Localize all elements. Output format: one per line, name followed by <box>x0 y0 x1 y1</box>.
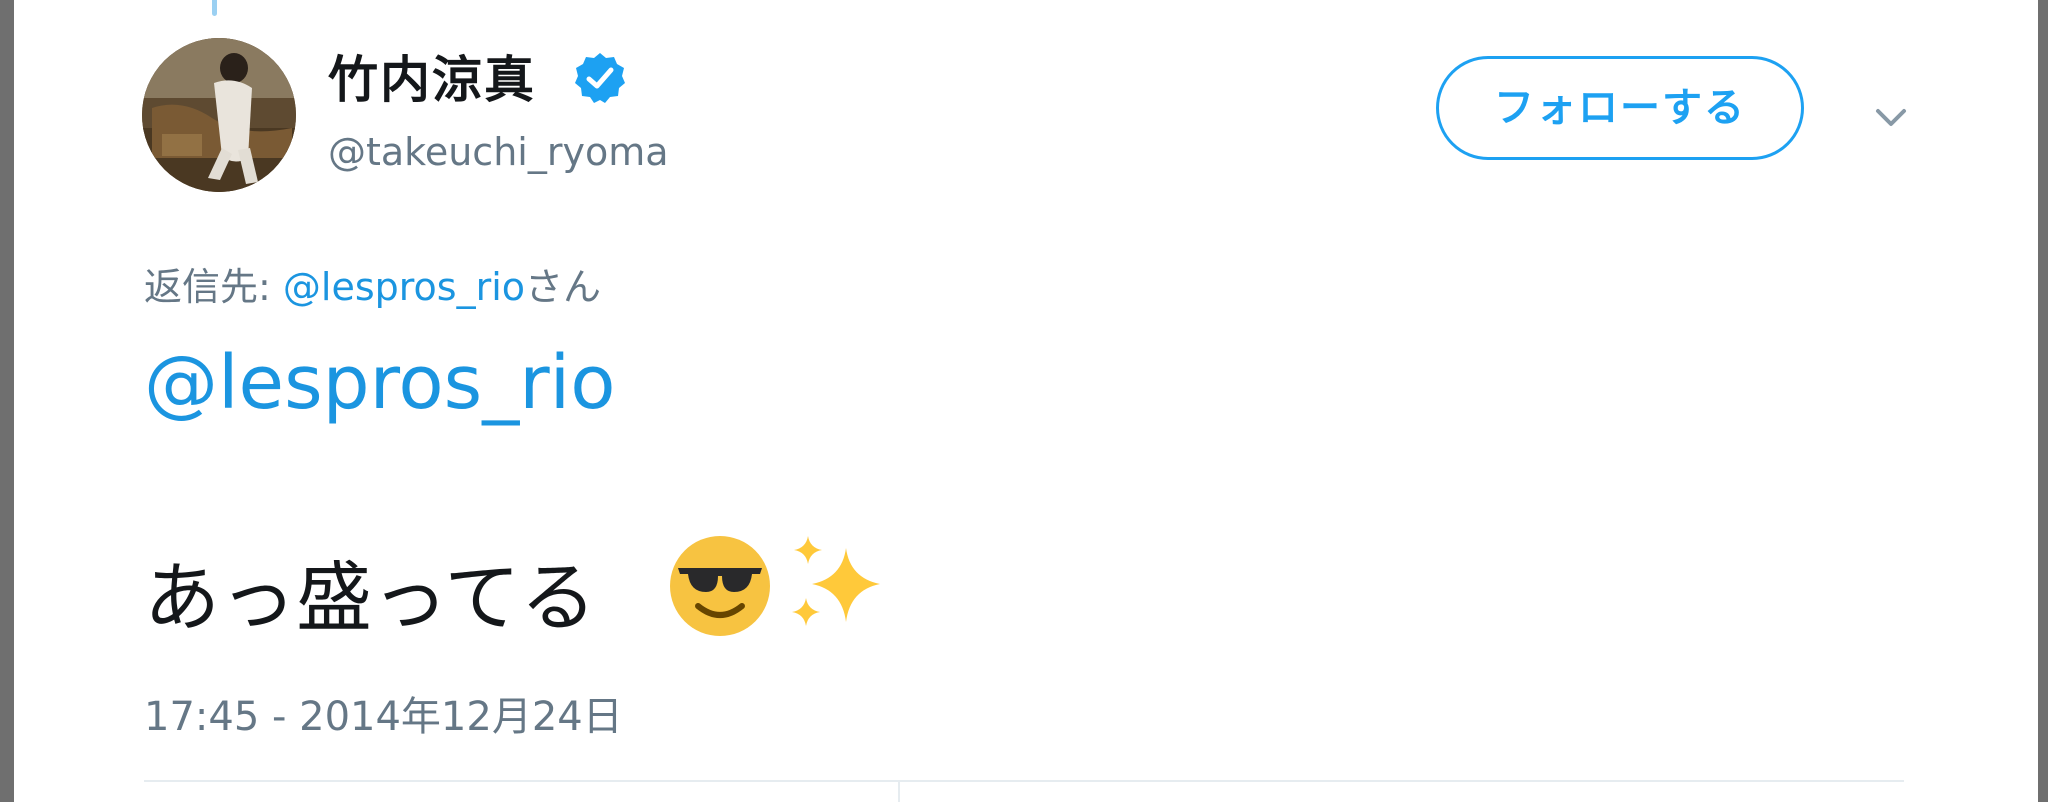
reply-to-mention-link[interactable]: @lespros_rio <box>283 265 525 309</box>
reply-to-prefix: 返信先: <box>144 265 283 309</box>
verified-badge-icon <box>575 53 625 103</box>
tweet-text: あっ盛ってる <box>144 553 597 642</box>
sparkles-icon <box>792 536 880 626</box>
tweet-screenshot: 竹内涼真 @takeuchi_ryoma フォローする 返信先: @lespro… <box>0 0 2048 802</box>
stats-divider-tick <box>898 780 900 802</box>
tweet-mention-link[interactable]: @lespros_rio <box>144 340 616 426</box>
reply-to-suffix: さん <box>525 265 602 309</box>
avatar[interactable] <box>142 38 296 192</box>
stats-divider <box>144 780 1904 782</box>
tweet-card: 竹内涼真 @takeuchi_ryoma フォローする 返信先: @lespro… <box>0 0 2048 802</box>
display-name[interactable]: 竹内涼真 <box>328 40 536 112</box>
follow-button[interactable]: フォローする <box>1436 56 1804 160</box>
smiling-face-with-sunglasses-icon <box>670 536 770 636</box>
chevron-down-icon[interactable] <box>1868 94 1914 140</box>
reply-context: 返信先: @lespros_rioさん <box>144 256 601 311</box>
tweet-timestamp[interactable]: 17:45 - 2014年12月24日 <box>144 684 623 742</box>
screen-name[interactable]: @takeuchi_ryoma <box>328 130 669 174</box>
